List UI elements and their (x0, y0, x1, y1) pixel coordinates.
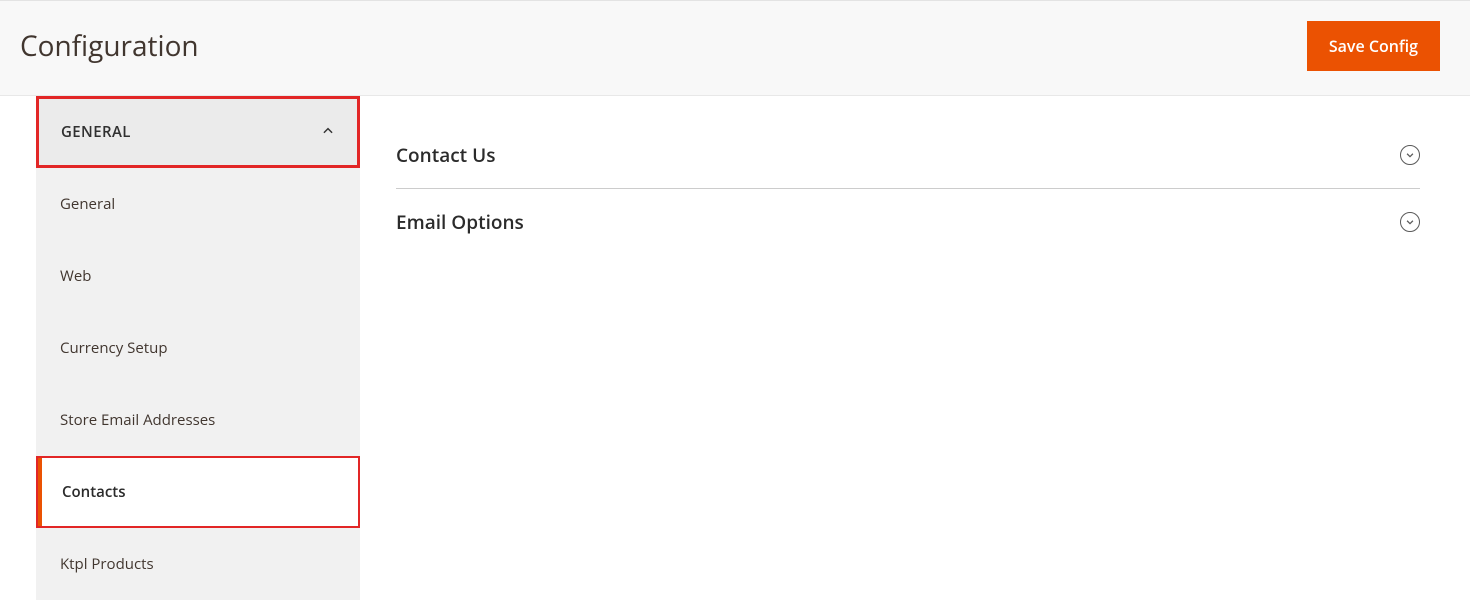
sidebar-subnav: General Web Currency Setup Store Email A… (36, 168, 360, 600)
page-title: Configuration (20, 27, 199, 65)
sidebar: GENERAL General Web Currency Setup Store… (0, 96, 360, 600)
sidebar-item-currency-setup[interactable]: Currency Setup (36, 312, 360, 384)
sidebar-item-general[interactable]: General (36, 168, 360, 240)
sidebar-item-ktpl-products[interactable]: Ktpl Products (36, 528, 360, 600)
sidebar-section-label: GENERAL (61, 122, 131, 142)
divider (396, 188, 1420, 189)
chevron-up-icon (321, 121, 335, 143)
sidebar-item-label: Contacts (38, 458, 358, 526)
page-header: Configuration Save Config (0, 0, 1470, 96)
sidebar-item-contacts[interactable]: Contacts (36, 456, 360, 528)
body: GENERAL General Web Currency Setup Store… (0, 96, 1470, 600)
section-email-options[interactable]: Email Options (396, 191, 1420, 253)
chevron-down-icon (1400, 212, 1420, 232)
section-title: Email Options (396, 209, 524, 235)
sidebar-item-web[interactable]: Web (36, 240, 360, 312)
section-contact-us[interactable]: Contact Us (396, 124, 1420, 186)
sidebar-section-general[interactable]: GENERAL (36, 96, 360, 168)
chevron-down-icon (1400, 145, 1420, 165)
sidebar-item-store-email-addresses[interactable]: Store Email Addresses (36, 384, 360, 456)
save-config-button[interactable]: Save Config (1307, 21, 1440, 71)
main-content: Contact Us Email Options (360, 96, 1470, 600)
section-title: Contact Us (396, 142, 496, 168)
